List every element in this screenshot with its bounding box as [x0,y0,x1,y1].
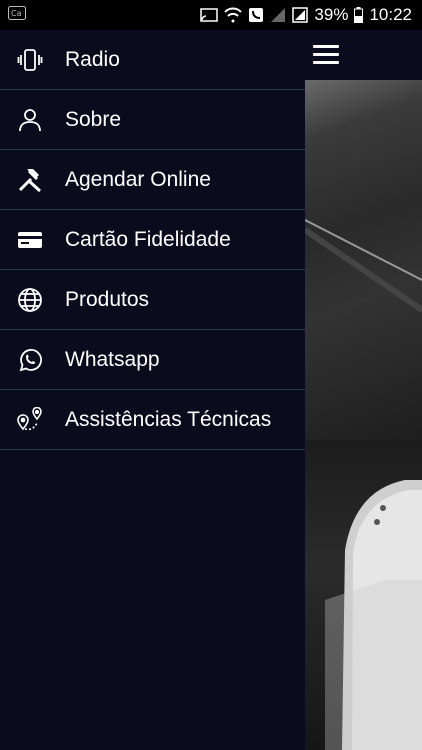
route-icon [15,406,45,433]
menu-item-agendar-online[interactable]: Agendar Online [0,150,305,210]
status-bar: Ca 39% 10:22 [0,0,422,30]
wifi-icon [224,7,243,23]
call-icon [248,7,264,23]
menu-label-agendar-online: Agendar Online [65,167,211,191]
person-icon [15,107,45,133]
cast-icon [200,8,219,22]
menu-label-assistencias-tecnicas: Assistências Técnicas [65,407,272,431]
radio-phone-icon [15,47,45,73]
menu-label-radio: Radio [65,47,120,71]
data-signal-icon [292,7,309,23]
menu-item-cartao-fidelidade[interactable]: Cartão Fidelidade [0,210,305,270]
tools-icon [15,167,45,193]
battery-icon [354,7,364,23]
menu-item-assistencias-tecnicas[interactable]: Assistências Técnicas [0,390,305,450]
hero-image-phone [305,440,422,750]
whatsapp-icon [15,347,45,373]
menu-label-produtos: Produtos [65,287,150,311]
main-content [305,30,422,750]
menu-item-whatsapp[interactable]: Whatsapp [0,330,305,390]
menu-item-radio[interactable]: Radio [0,30,305,90]
menu-item-sobre[interactable]: Sobre [0,90,305,150]
menu-item-produtos[interactable]: Produtos [0,270,305,330]
app-toolbar [305,30,422,80]
menu-label-whatsapp: Whatsapp [65,347,160,371]
status-time: 10:22 [369,5,412,24]
app-notification-icon: Ca [8,5,26,25]
hero-image-top [305,80,422,440]
menu-label-cartao-fidelidade: Cartão Fidelidade [65,227,231,251]
menu-label-sobre: Sobre [65,107,122,131]
navigation-drawer: Radio Sobre Agendar Online Cartão Fideli… [0,30,305,750]
globe-icon [15,287,45,313]
battery-percentage: 39% [314,5,349,24]
signal-icon [270,7,286,23]
hamburger-icon[interactable] [313,45,339,65]
svg-text:Ca: Ca [11,9,22,18]
card-icon [15,227,45,253]
